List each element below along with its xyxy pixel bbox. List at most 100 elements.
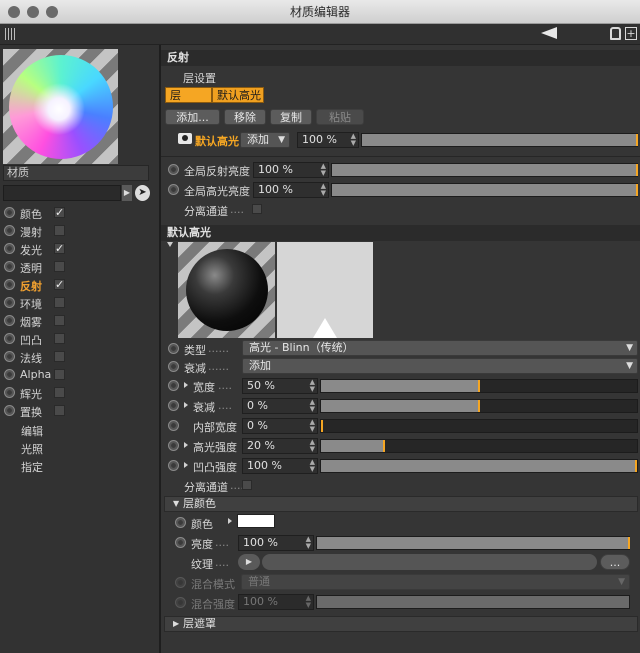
tab-default-specular[interactable]: 默认高光 [212, 87, 264, 103]
channel-checkbox[interactable]: ✓ [54, 279, 65, 290]
collapse-arrow-icon[interactable] [167, 242, 173, 247]
spinner-icon[interactable]: ▲ ▼ [321, 163, 326, 177]
blend-mode-anim-icon[interactable] [175, 577, 186, 588]
expand-arrow-icon[interactable] [228, 518, 232, 524]
spinner-icon[interactable]: ▲ ▼ [310, 379, 315, 393]
channel-reflectance[interactable]: 反射 ✓ [4, 276, 154, 294]
layer-strength-field[interactable]: 100 % ▲ ▼ [297, 132, 359, 148]
strength-anim-icon[interactable] [168, 440, 179, 451]
spinner-icon[interactable]: ▲ ▼ [310, 419, 315, 433]
extra-assign[interactable]: 指定 [21, 459, 43, 475]
add-layer-button[interactable]: 添加... [165, 109, 220, 125]
channel-checkbox[interactable] [54, 405, 65, 416]
channel-checkbox[interactable] [54, 261, 65, 272]
brightness-field[interactable]: 100 % ▲ ▼ [238, 535, 314, 551]
channel-checkbox[interactable] [54, 351, 65, 362]
material-name-field[interactable]: 材质 [3, 165, 149, 181]
specular-strength-slider[interactable] [320, 439, 638, 453]
specular-strength-slider-marker[interactable] [383, 440, 386, 452]
channel-checkbox[interactable]: ✓ [54, 207, 65, 218]
global-reflection-field[interactable]: 100 % ▲ ▼ [253, 162, 329, 178]
channel-color[interactable]: 颜色 ✓ [4, 204, 154, 222]
inner-width-slider-marker[interactable] [321, 420, 323, 432]
anim-radio-icon[interactable] [4, 405, 15, 416]
channel-checkbox[interactable] [54, 387, 65, 398]
global-reflection-slider[interactable] [331, 163, 638, 177]
specular-type-dropdown[interactable]: 高光 - Blinn（传统） ▼ [242, 340, 638, 356]
expand-arrow-icon[interactable] [184, 442, 188, 448]
anim-radio-icon[interactable] [4, 279, 15, 290]
channel-checkbox[interactable] [54, 297, 65, 308]
anim-radio-icon[interactable] [4, 207, 15, 218]
material-preview[interactable] [3, 49, 118, 164]
width-anim-icon[interactable] [168, 380, 179, 391]
layer-strength-slider[interactable] [361, 133, 638, 147]
expand-arrow-icon[interactable] [184, 402, 188, 408]
texture-more-button[interactable]: ... [600, 554, 630, 570]
channel-checkbox[interactable] [54, 225, 65, 236]
anim-radio-icon[interactable] [4, 315, 15, 326]
bump-strength-slider[interactable] [320, 459, 638, 473]
texture-slot[interactable] [262, 554, 597, 570]
channel-diffuse[interactable]: 漫射 [4, 222, 154, 240]
channel-luminance[interactable]: 发光 ✓ [4, 240, 154, 258]
blend-strength-anim-icon[interactable] [175, 597, 186, 608]
anim-radio-icon[interactable] [4, 225, 15, 236]
bump-strength-anim-icon[interactable] [168, 460, 179, 471]
anim-radio-icon[interactable] [4, 261, 15, 272]
layer-name[interactable]: 默认高光 [195, 133, 239, 149]
layer-mode-dropdown[interactable]: 添加 ▼ [240, 132, 290, 148]
back-arrow-icon[interactable] [541, 27, 557, 39]
brightness-anim-icon[interactable] [175, 537, 186, 548]
global-refl-anim-icon[interactable] [168, 164, 179, 175]
blend-mode-dropdown[interactable]: 普通 ▼ [241, 574, 630, 590]
tab-layers[interactable]: 层 [165, 87, 212, 103]
channel-alpha[interactable]: Alpha [4, 366, 154, 384]
anim-radio-icon[interactable] [4, 387, 15, 398]
spinner-icon[interactable]: ▲ ▼ [306, 536, 311, 550]
copy-layer-button[interactable]: 复制 [270, 109, 312, 125]
grip-icon[interactable] [5, 28, 17, 40]
layer-mask-group[interactable]: ▶ 层遮罩 [164, 616, 638, 632]
spec-separate-pass-checkbox[interactable] [242, 480, 252, 490]
anim-radio-icon[interactable] [4, 333, 15, 344]
anim-radio-icon[interactable] [4, 243, 15, 254]
channel-normal[interactable]: 法线 [4, 348, 154, 366]
spinner-icon[interactable]: ▲ ▼ [321, 183, 326, 197]
texture-arrow-button[interactable]: ▶ [238, 554, 260, 570]
new-panel-icon[interactable]: + [625, 27, 637, 40]
bump-strength-field[interactable]: 100 % ▲ ▼ [242, 458, 318, 474]
channel-checkbox[interactable] [54, 315, 65, 326]
channel-fog[interactable]: 烟雾 [4, 312, 154, 330]
brightness-slider[interactable] [316, 536, 630, 550]
channel-checkbox[interactable] [54, 333, 65, 344]
close-window-button[interactable] [8, 6, 20, 18]
channel-glow[interactable]: 辉光 [4, 384, 154, 402]
falloff-anim-icon[interactable] [168, 361, 179, 372]
layer-color-group[interactable]: ▼ 层颜色 [164, 496, 638, 512]
decay-slider-marker[interactable] [478, 400, 480, 412]
channel-transparency[interactable]: 透明 [4, 258, 154, 276]
pointer-pick-icon[interactable]: ➤ [135, 185, 150, 201]
specular-strength-field[interactable]: 20 % ▲ ▼ [242, 438, 318, 454]
spinner-icon[interactable]: ▲ ▼ [310, 459, 315, 473]
separate-pass-checkbox[interactable] [252, 204, 262, 214]
falloff-dropdown[interactable]: 添加 ▼ [242, 358, 638, 374]
filter-arrow-icon[interactable]: ▶ [122, 185, 132, 201]
width-slider-marker[interactable] [478, 380, 480, 392]
decay-anim-icon[interactable] [168, 400, 179, 411]
type-anim-icon[interactable] [168, 343, 179, 354]
spinner-icon[interactable]: ▲ ▼ [310, 399, 315, 413]
anim-radio-icon[interactable] [4, 369, 15, 380]
color-anim-icon[interactable] [175, 517, 186, 528]
expand-arrow-icon[interactable] [184, 462, 188, 468]
lock-icon[interactable] [610, 27, 621, 40]
decay-field[interactable]: 0 % ▲ ▼ [242, 398, 318, 414]
channel-bump[interactable]: 凹凸 [4, 330, 154, 348]
remove-layer-button[interactable]: 移除 [224, 109, 266, 125]
global-specular-slider[interactable] [331, 183, 638, 197]
channel-checkbox[interactable] [54, 369, 65, 380]
spinner-icon[interactable]: ▲ ▼ [351, 133, 356, 147]
blend-strength-field[interactable]: 100 % ▲ ▼ [238, 594, 314, 610]
color-swatch[interactable] [237, 514, 275, 528]
